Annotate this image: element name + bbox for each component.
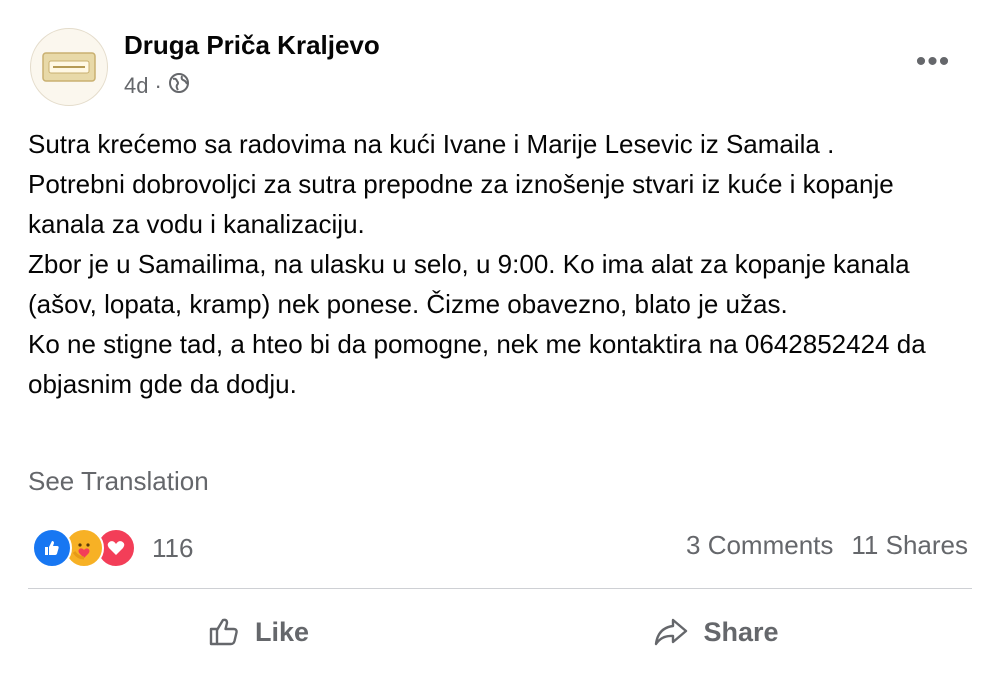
post-timestamp[interactable]: 4d bbox=[124, 73, 148, 99]
thumbs-up-icon bbox=[207, 615, 241, 649]
post-meta: 4d · bbox=[124, 72, 190, 100]
post-stats: 3 Comments 11 Shares bbox=[686, 530, 968, 561]
post-paragraph: Zbor je u Samailima, na ulasku u selo, u… bbox=[28, 249, 910, 319]
post-paragraph: Potrebni dobrovoljci za sutra prepodne z… bbox=[28, 169, 894, 239]
like-reaction-icon bbox=[32, 528, 72, 568]
comments-count-link[interactable]: 3 Comments bbox=[686, 530, 833, 561]
meta-separator: · bbox=[154, 73, 162, 98]
like-button[interactable]: Like bbox=[28, 604, 488, 660]
share-arrow-icon bbox=[653, 616, 689, 648]
reactions-summary[interactable]: 116 bbox=[32, 528, 193, 568]
post-paragraph: Ko ne stigne tad, a hteo bi da pomogne, … bbox=[28, 329, 926, 399]
page-logo bbox=[42, 52, 96, 82]
post-paragraph: Sutra krećemo sa radovima na kući Ivane … bbox=[28, 129, 835, 159]
action-divider bbox=[28, 588, 972, 589]
shares-count-link[interactable]: 11 Shares bbox=[851, 530, 968, 561]
page-name[interactable]: Druga Priča Kraljevo bbox=[124, 30, 380, 61]
see-translation-link[interactable]: See Translation bbox=[28, 466, 209, 497]
share-button[interactable]: Share bbox=[486, 604, 946, 660]
reaction-count: 116 bbox=[152, 532, 194, 563]
post-card: Druga Priča Kraljevo 4d · ••• Sutra kreć… bbox=[0, 0, 1000, 681]
share-label: Share bbox=[703, 616, 779, 647]
like-label: Like bbox=[254, 616, 310, 647]
more-options-icon[interactable]: ••• bbox=[912, 44, 954, 80]
post-body: Sutra krećemo sa radovima na kući Ivane … bbox=[28, 124, 968, 404]
globe-icon bbox=[168, 72, 190, 100]
page-avatar[interactable] bbox=[30, 28, 108, 106]
